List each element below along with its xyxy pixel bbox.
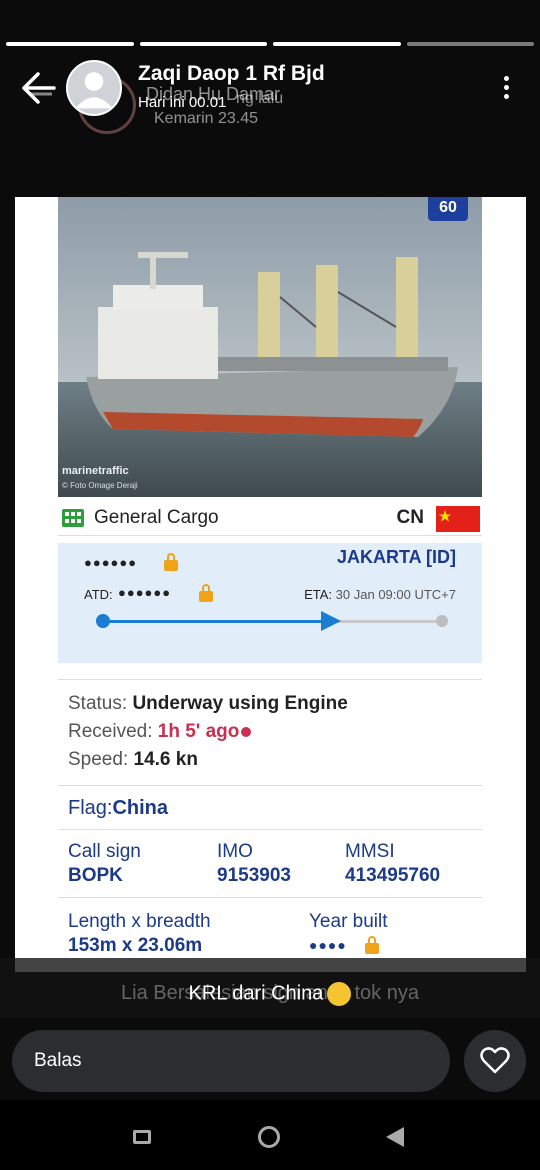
like-button[interactable] [464,1030,526,1092]
eta-value: 30 Jan 09:00 UTC+7 [335,587,456,602]
vessel-type-row: General Cargo CN [58,501,482,536]
face-with-steam-emoji-icon [327,982,352,1006]
flag-value: China [112,797,169,819]
mmsi-label: MMSI [345,841,395,862]
progress-segment [139,42,267,46]
divider [58,897,482,898]
callsign-label: Call sign [68,841,141,862]
status-line: Status: Underway using Engine [68,693,348,715]
ship-position-arrow-icon [321,611,342,631]
lock-icon[interactable] [164,553,178,571]
story-header: Didan Hu Damar ng lalu Kemarin 23.45 Zaq… [0,54,540,134]
story-caption: KRL dari China [0,982,540,1006]
ghost-timestamp: Kemarin 23.45 [154,110,259,127]
lock-icon[interactable] [365,936,379,954]
progress-segment [273,42,401,46]
status-label: Status: [68,693,128,714]
imo-label: IMO [217,841,253,862]
flag-line: Flag:China [68,797,168,820]
story-author[interactable]: Zaqi Daop 1 Rf Bjd [138,62,325,86]
caption-text: KRL dari China [188,982,324,1005]
country-code: CN [396,507,424,528]
vessel-type: General Cargo [94,507,219,528]
photo-credit: marinetraffic [62,465,129,477]
dimensions-label: Length x breadth [68,911,211,932]
speed-value: 14.6 kn [133,749,198,770]
vessel-card: 60 marinetraffic © Foto Omage Deraji Gen… [15,197,526,959]
callsign-value: BOPK [68,865,123,886]
back-icon[interactable] [386,1127,404,1147]
progress-segment [406,42,534,46]
route-track [102,620,442,623]
divider [58,829,482,830]
received-label: Received: [68,721,153,742]
recent-apps-icon[interactable] [133,1130,151,1144]
person-icon [75,72,113,109]
heart-icon [480,1047,510,1074]
vessel-count-badge: 60 [428,197,468,221]
speed-line: Speed: 14.6 kn [68,749,198,771]
destination: JAKARTA [ID] [337,547,456,567]
year-built-masked: ●●●● [309,937,347,953]
lock-icon[interactable] [199,584,213,602]
avatar[interactable] [66,60,122,116]
ghost-time-ago: ng lalu [236,90,284,107]
eta: ETA: 30 Jan 09:00 UTC+7 [304,587,456,602]
photo-subcredit: © Foto Omage Deraji [62,481,138,490]
reply-placeholder: Balas [34,1050,82,1071]
speed-label: Speed: [68,749,129,770]
caption-strip [15,958,526,972]
back-arrow-icon[interactable] [18,68,58,108]
ship-photo: 60 marinetraffic © Foto Omage Deraji [58,197,482,497]
route-progress-fill [102,620,334,623]
reply-input[interactable]: Balas [12,1030,450,1092]
home-icon[interactable] [258,1126,280,1148]
mmsi-value: 413495760 [345,865,441,886]
story-timestamp: Hari ini 00.01 [138,94,227,111]
more-options-icon[interactable] [498,72,514,112]
status-value: Underway using Engine [132,693,348,714]
route-panel: ●●●●●● JAKARTA [ID] ATD: ●●●●●● ETA: 30 … [58,543,482,663]
eta-label: ETA: [304,587,333,602]
imo-value: 9153903 [217,865,291,886]
dimensions-value: 153m x 23.06m [68,935,203,956]
vessel-name-masked: ●●●●●● [84,555,138,570]
divider [58,679,482,680]
year-built-label: Year built [309,911,388,932]
china-flag-icon [436,506,480,532]
progress-segment [6,42,134,46]
departure-dot [96,614,110,628]
cargo-grid-icon [62,509,84,527]
atd-label: ATD: [84,587,113,602]
system-nav-bar [0,1100,540,1170]
atd-masked: ●●●●●● [118,585,172,600]
arrival-dot [436,615,448,627]
live-dot-icon [241,727,252,737]
story-progress-bar [6,42,534,46]
cargo-ship-image [58,197,482,497]
flag-label: Flag: [68,797,113,819]
divider [58,785,482,786]
received-line: Received: 1h 5' ago [68,721,252,743]
received-value: 1h 5' ago [157,721,240,742]
